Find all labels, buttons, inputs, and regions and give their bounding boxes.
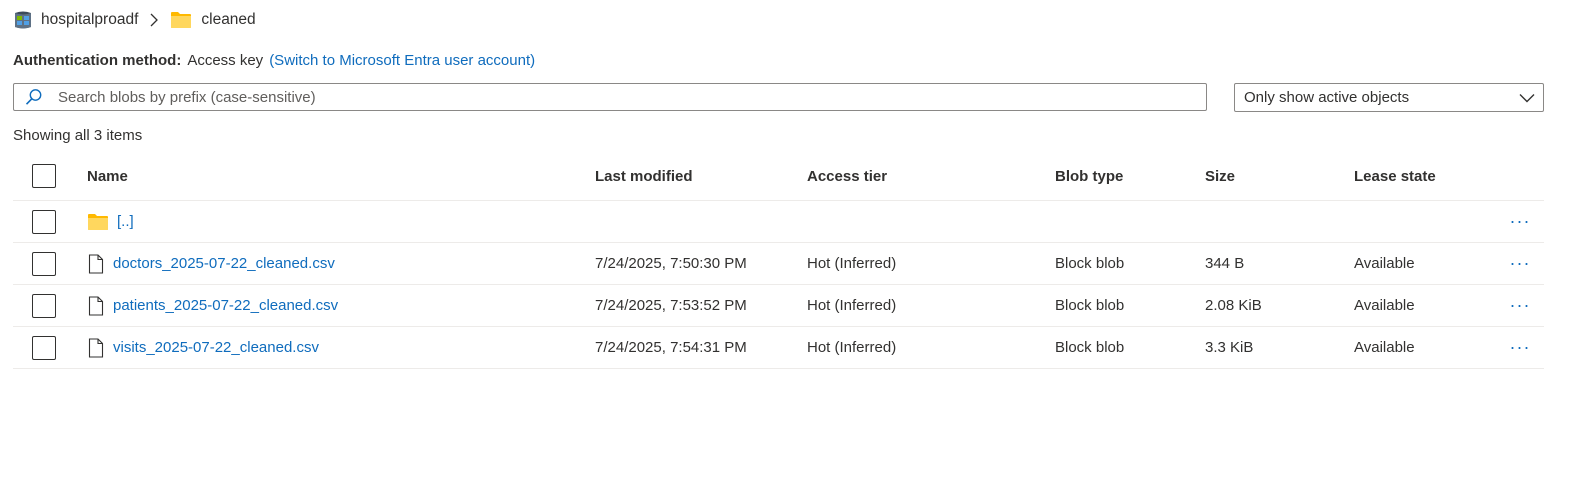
row-checkbox[interactable] [32,251,56,276]
blob-size: 2.08 KiB [1205,297,1262,314]
more-actions-button[interactable]: ··· [1503,285,1537,326]
table-row[interactable]: patients_2025-07-22_cleaned.csv 7/24/202… [13,285,1544,327]
switch-auth-link[interactable]: (Switch to Microsoft Entra user account) [269,52,535,69]
last-modified: 7/24/2025, 7:53:52 PM [595,297,747,314]
auth-method: Authentication method: Access key (Switc… [13,52,535,69]
breadcrumb-account[interactable]: hospitalproadf [14,10,138,30]
active-objects-filter[interactable]: Only show active objects [1234,83,1544,112]
column-header-lease-state[interactable]: Lease state [1354,152,1436,200]
more-actions-button[interactable]: ··· [1503,327,1537,368]
breadcrumb-container-label: cleaned [201,11,256,28]
blob-name-link[interactable]: visits_2025-07-22_cleaned.csv [113,339,319,356]
search-box [13,83,1207,111]
table-row[interactable]: visits_2025-07-22_cleaned.csv 7/24/2025,… [13,327,1544,369]
column-header-blob-type[interactable]: Blob type [1055,152,1123,200]
blob-list: Name Last modified Access tier Blob type… [13,152,1544,369]
column-header-last-modified[interactable]: Last modified [595,152,693,200]
lease-state: Available [1354,297,1415,314]
column-header-name[interactable]: Name [87,152,128,200]
table-row[interactable]: doctors_2025-07-22_cleaned.csv 7/24/2025… [13,243,1544,285]
access-tier: Hot (Inferred) [807,339,897,356]
access-tier: Hot (Inferred) [807,297,897,314]
more-actions-button[interactable]: ··· [1503,201,1537,242]
select-all-checkbox[interactable] [32,164,56,188]
table-row-parent[interactable]: [..] ··· [13,201,1544,243]
search-icon [14,88,54,106]
row-checkbox[interactable] [32,335,56,360]
row-checkbox[interactable] [32,293,56,318]
filter-selected-value: Only show active objects [1244,89,1410,106]
parent-folder-link[interactable]: [..] [117,213,134,230]
blob-type: Block blob [1055,339,1125,356]
breadcrumb: hospitalproadf cleaned [14,8,256,32]
blob-name-link[interactable]: doctors_2025-07-22_cleaned.csv [113,255,335,272]
file-icon [87,337,105,358]
column-header-size[interactable]: Size [1205,152,1235,200]
row-checkbox[interactable] [32,209,56,234]
blob-size: 344 B [1205,255,1245,272]
blob-type: Block blob [1055,297,1125,314]
table-header: Name Last modified Access tier Blob type… [13,152,1544,201]
chevron-right-icon [149,13,159,27]
file-icon [87,253,105,274]
file-icon [87,295,105,316]
blob-type: Block blob [1055,255,1125,272]
last-modified: 7/24/2025, 7:50:30 PM [595,255,747,272]
blob-name-link[interactable]: patients_2025-07-22_cleaned.csv [113,297,338,314]
folder-icon [87,213,109,231]
last-modified: 7/24/2025, 7:54:31 PM [595,339,747,356]
lease-state: Available [1354,339,1415,356]
search-input[interactable] [54,88,1206,106]
folder-icon [170,11,192,29]
column-header-access-tier[interactable]: Access tier [807,152,887,200]
item-count: Showing all 3 items [13,127,143,144]
auth-method-label: Authentication method: [13,52,182,69]
breadcrumb-account-label: hospitalproadf [41,11,139,28]
more-actions-button[interactable]: ··· [1503,243,1537,284]
chevron-down-icon [1519,93,1535,103]
lease-state: Available [1354,255,1415,272]
auth-method-value: Access key [187,52,264,69]
breadcrumb-container[interactable]: cleaned [170,11,256,29]
access-tier: Hot (Inferred) [807,255,897,272]
blob-size: 3.3 KiB [1205,339,1254,356]
storage-account-icon [14,10,32,30]
